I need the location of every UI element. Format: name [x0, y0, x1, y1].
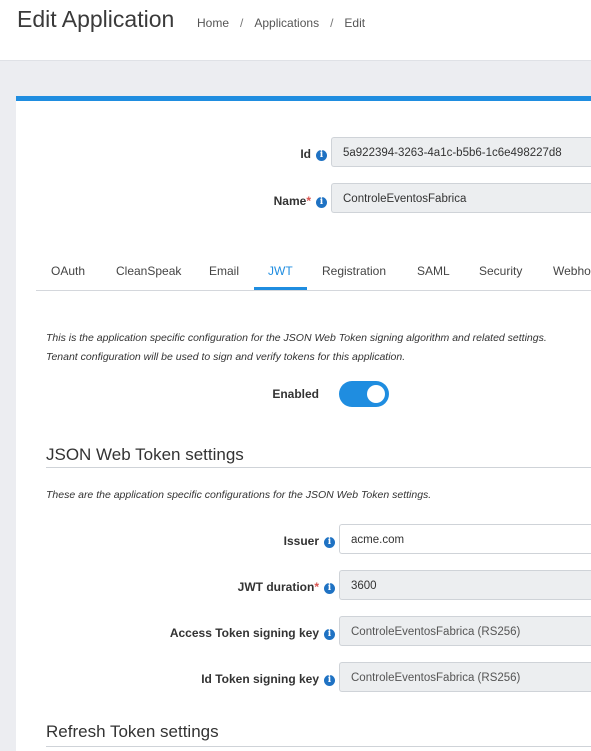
breadcrumb-edit: Edit	[344, 16, 366, 30]
info-icon[interactable]: i	[324, 583, 335, 594]
page-header: Edit Application Home / Applications / Edit	[0, 0, 591, 61]
issuer-label: Issuer i	[284, 534, 335, 548]
name-field[interactable]: ControleEventosFabrica	[331, 183, 591, 213]
info-icon[interactable]: i	[324, 629, 335, 640]
tab-security[interactable]: Security	[479, 253, 522, 289]
tab-saml[interactable]: SAML	[417, 253, 450, 289]
tab-bar: OAuth CleanSpeak Email JWT Registration …	[36, 253, 591, 291]
breadcrumb-applications[interactable]: Applications	[254, 16, 319, 30]
access-key-label: Access Token signing key i	[170, 626, 335, 640]
tab-oauth[interactable]: OAuth	[51, 253, 85, 289]
breadcrumb-home[interactable]: Home	[197, 16, 229, 30]
jwt-settings-description: These are the application specific confi…	[46, 489, 432, 501]
enabled-label: Enabled	[272, 387, 319, 401]
jwt-description-line1: This is the application specific configu…	[46, 332, 547, 344]
breadcrumb-separator: /	[330, 16, 334, 30]
name-label: Name* i	[274, 194, 327, 208]
info-icon[interactable]: i	[324, 537, 335, 548]
form-panel: Id i 5a922394-3263-4a1c-b5b6-1c6e498227d8…	[16, 96, 591, 751]
page-title: Edit Application	[17, 6, 175, 32]
section-divider	[46, 467, 591, 468]
issuer-field[interactable]: acme.com	[339, 524, 591, 554]
access-key-select[interactable]: ControleEventosFabrica (RS256)	[339, 616, 591, 646]
info-icon[interactable]: i	[316, 197, 327, 208]
refresh-settings-heading: Refresh Token settings	[46, 722, 219, 741]
section-divider	[46, 746, 591, 747]
breadcrumb-separator: /	[240, 16, 244, 30]
enabled-toggle[interactable]	[339, 381, 389, 407]
id-field[interactable]: 5a922394-3263-4a1c-b5b6-1c6e498227d8	[331, 137, 591, 167]
jwt-description-line2: Tenant configuration will be used to sig…	[46, 351, 406, 363]
id-label: Id i	[300, 147, 327, 161]
breadcrumb: Home / Applications / Edit	[197, 16, 365, 30]
info-icon[interactable]: i	[316, 150, 327, 161]
tab-jwt[interactable]: JWT	[254, 253, 307, 290]
jwt-duration-field[interactable]: 3600	[339, 570, 591, 600]
info-icon[interactable]: i	[324, 675, 335, 686]
jwt-duration-label: JWT duration* i	[238, 580, 335, 594]
tab-email[interactable]: Email	[209, 253, 239, 289]
id-key-select[interactable]: ControleEventosFabrica (RS256)	[339, 662, 591, 692]
toggle-knob	[367, 385, 385, 403]
tab-webhooks[interactable]: Webhooks	[553, 253, 591, 289]
tab-cleanspeak[interactable]: CleanSpeak	[116, 253, 181, 289]
tab-registration[interactable]: Registration	[322, 253, 386, 289]
jwt-settings-heading: JSON Web Token settings	[46, 445, 244, 464]
id-key-label: Id Token signing key i	[201, 672, 335, 686]
